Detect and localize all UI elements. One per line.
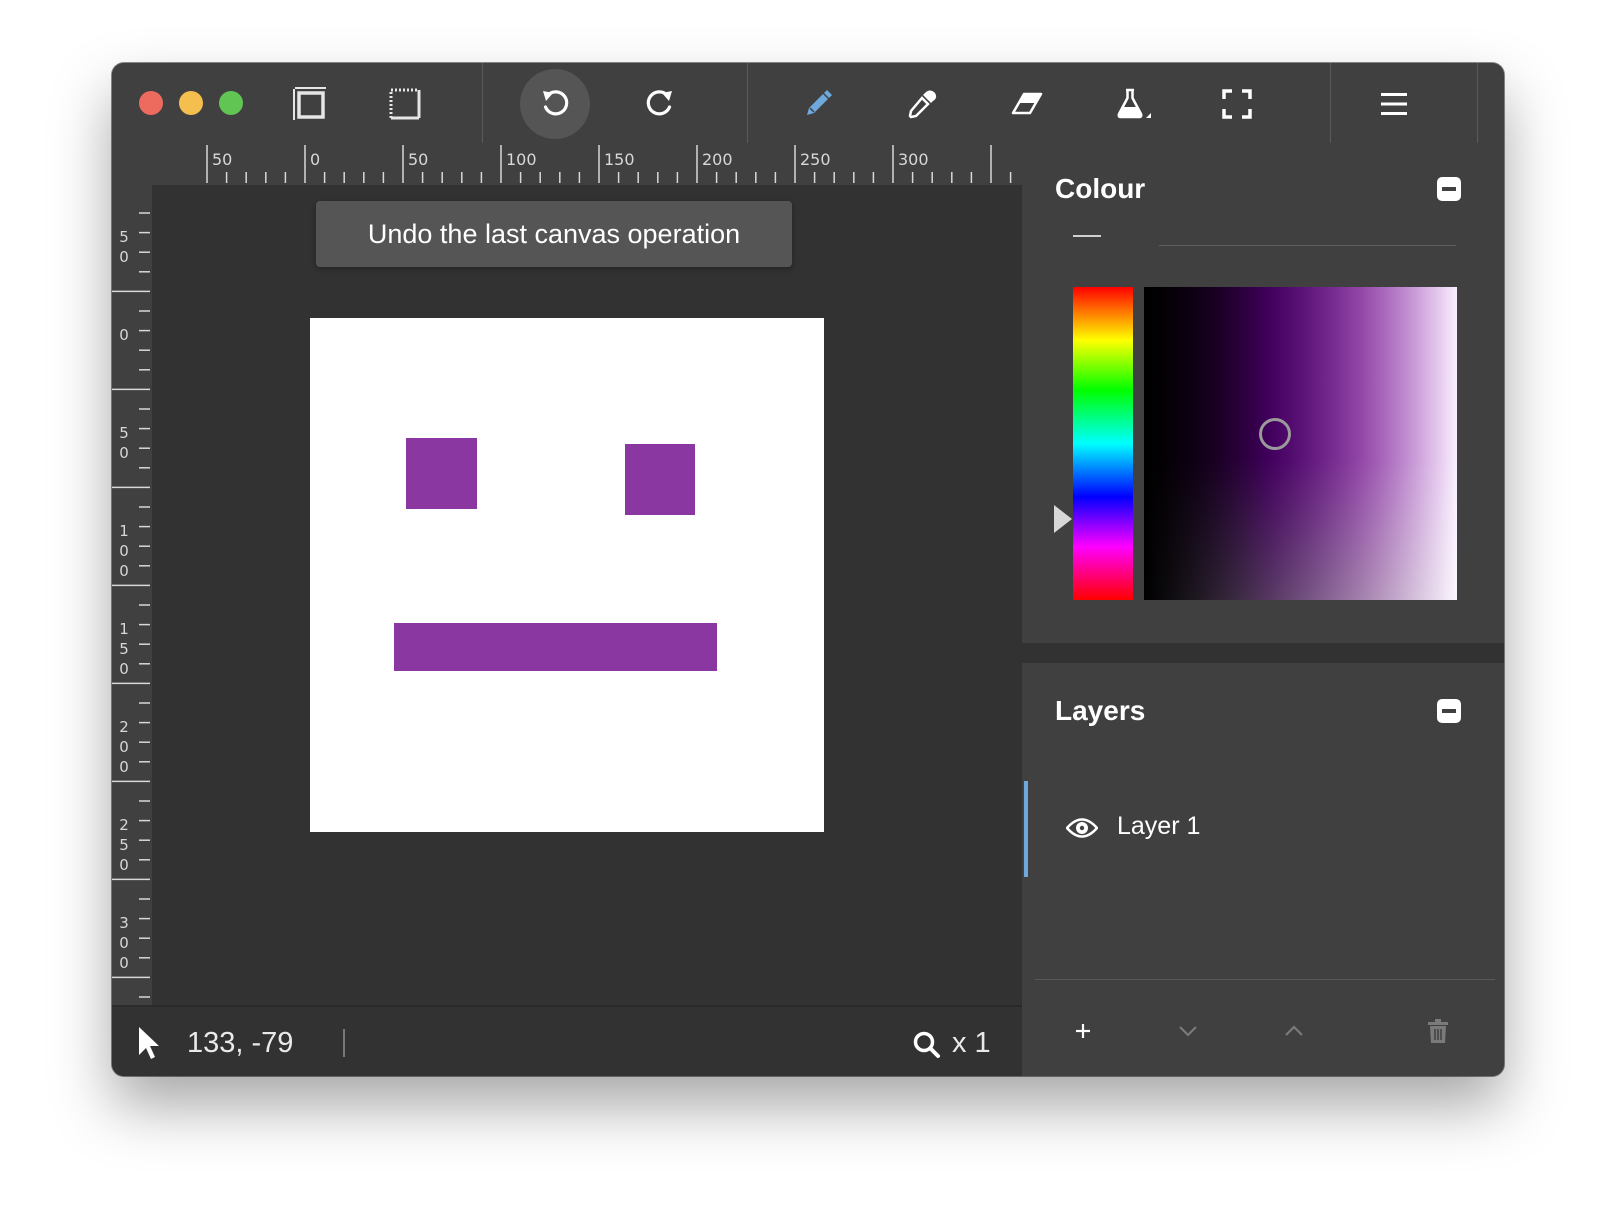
vruler-label: 2 0 0 [119,718,129,776]
colour-collapse-button[interactable] [1437,177,1461,201]
zoom-level: x 1 [952,1027,991,1059]
vruler-label: 5 0 [119,228,129,266]
zoom-window-button[interactable] [219,91,243,115]
vruler-label: 0 [119,326,129,344]
cursor-coordinates: 133, -79 [187,1027,294,1059]
chevron-down-icon [1179,1026,1197,1037]
layers-footer-divider [1035,979,1495,980]
undo-button[interactable] [520,69,590,139]
vruler-label: 1 5 0 [119,620,129,678]
toolbar-separator [1330,63,1331,143]
eraser-icon [1011,92,1043,115]
add-layer-button[interactable] [1065,1013,1101,1049]
hruler-label: 50 [212,150,233,169]
pencil-icon [807,90,832,115]
eyedropper-tool-button[interactable] [887,69,957,139]
trash-icon [1428,1019,1448,1043]
crop-icon [389,88,421,120]
fill-tool-button[interactable] [1097,69,1167,139]
vertical-ruler: 5 0 0 5 0 1 0 0 1 5 0 2 0 0 2 5 0 3 0 0 [112,185,152,1063]
right-eye-shape[interactable] [625,444,695,515]
layers-collapse-button[interactable] [1437,699,1461,723]
vruler-label: 3 0 0 [119,914,129,972]
minimize-window-button[interactable] [179,91,203,115]
crop-button[interactable] [370,69,440,139]
app-window: 50 0 50 100 150 200 250 300 5 0 0 5 0 1 … [112,63,1504,1076]
eye-icon[interactable] [1066,817,1098,839]
toolbar-separator [747,63,748,143]
saturation-value-picker[interactable] [1144,287,1457,600]
hue-slider[interactable] [1073,287,1133,600]
hruler-label: 200 [702,150,733,169]
hruler-label: 50 [408,150,429,169]
undo-tooltip: Undo the last canvas operation [316,201,792,267]
pencil-tool-button[interactable] [783,69,853,139]
redo-icon [646,90,672,116]
colour-underline [1159,245,1456,246]
toolbar [112,63,1504,145]
menu-icon [1381,93,1407,115]
layers-panel-title: Layers [1055,695,1146,726]
toolbar-separator [1477,63,1478,143]
menu-button[interactable] [1359,69,1429,139]
hue-pointer[interactable] [1054,505,1072,533]
toolbar-separator [482,63,483,143]
status-separator [343,1029,345,1057]
fullscreen-button[interactable] [1202,69,1272,139]
cursor-icon [139,1027,159,1059]
fullscreen-icon [1222,89,1252,119]
colour-picker-handle[interactable] [1259,418,1291,450]
panel-divider [1022,643,1504,663]
vruler-label: 2 5 0 [119,816,129,874]
close-window-button[interactable] [139,91,163,115]
left-eye-shape[interactable] [406,438,477,509]
hruler-label: 250 [800,150,831,169]
redo-button[interactable] [625,69,695,139]
hruler-label: 300 [898,150,929,169]
ruler-corner [112,145,152,185]
drawing-canvas[interactable] [310,318,824,832]
vruler-label: 1 0 0 [119,522,129,580]
eyedropper-icon [908,90,937,119]
move-layer-down-button[interactable] [1170,1013,1206,1049]
frame-icon [293,87,326,120]
side-panel [1022,145,1504,1076]
hruler-label: 150 [604,150,635,169]
layer-name: Layer 1 [1117,812,1201,840]
frame-button[interactable] [275,69,345,139]
mouth-shape[interactable] [394,623,717,671]
hruler-label: 0 [310,150,321,169]
colour-tab-indicator[interactable] [1073,235,1101,237]
colour-panel-title: Colour [1055,173,1146,204]
chevron-up-icon [1285,1025,1303,1036]
flask-icon [1117,88,1151,119]
layer-selected-indicator [1024,781,1028,877]
undo-icon [543,90,569,116]
eraser-tool-button[interactable] [992,69,1062,139]
delete-layer-button[interactable] [1420,1013,1456,1049]
plus-icon [1076,1024,1090,1038]
status-bar: 133, -79 x 1 [112,1005,1022,1076]
vruler-label: 5 0 [119,424,129,462]
move-layer-up-button[interactable] [1276,1013,1312,1049]
zoom-icon[interactable] [913,1031,941,1059]
hruler-label: 100 [506,150,537,169]
layer-row[interactable]: Layer 1 [1024,781,1504,877]
horizontal-ruler: 50 0 50 100 150 200 250 300 [152,145,1062,185]
